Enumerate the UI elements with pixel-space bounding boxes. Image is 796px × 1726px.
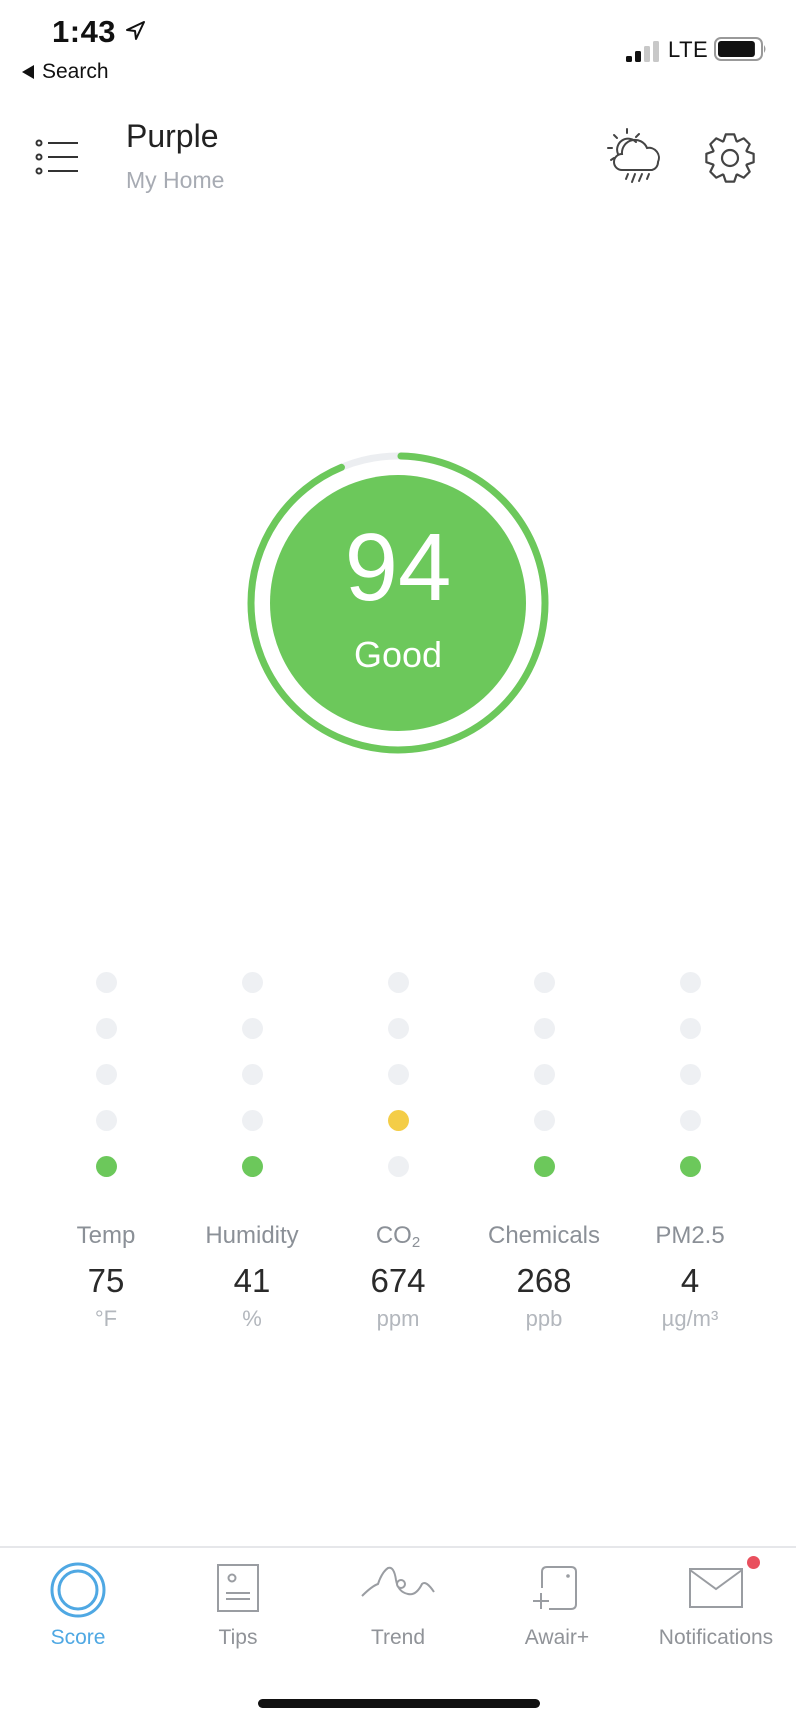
sensor-pm25[interactable]: PM2.5 4 µg/m³ [620,972,760,1332]
sensor-label: PM2.5 [655,1222,725,1249]
sensor-level-dot [387,1156,409,1177]
sensor-level-indicator [182,972,322,1197]
score-ring-icon [50,1562,106,1618]
sensor-level-indicator [474,972,614,1197]
back-to-search-link[interactable]: Search [22,60,109,84]
sensor-value: 75 [87,1262,125,1299]
sensor-level-dot [679,1064,701,1085]
sensor-level-dot [679,972,701,993]
sensor-level-dot [387,1018,409,1039]
sensor-level-dot [95,1110,117,1131]
sensor-level-dot [679,1018,701,1039]
sensor-level-dot [533,1064,555,1085]
network-type: LTE [668,37,709,62]
sensor-level-indicator [36,972,176,1197]
trend-wave-icon [361,1566,435,1597]
sensor-level-dot-active [241,1156,263,1177]
device-location: My Home [126,167,225,193]
sensor-label: CO2 [375,1222,421,1251]
sensor-unit: % [242,1306,262,1331]
tab-label: Notifications [658,1626,774,1649]
sensor-level-dot [241,1110,263,1131]
tab-label: Tips [218,1626,258,1649]
tab-tips[interactable]: Tips [163,1562,313,1650]
sensor-label: Temp [76,1222,136,1249]
tab-awair-plus[interactable]: Awair+ [482,1562,632,1650]
sensor-level-dot [387,1064,409,1085]
home-indicator[interactable] [258,1699,540,1708]
tab-score[interactable]: Score [3,1562,153,1650]
sensor-unit: ppm [376,1306,420,1331]
weather-button[interactable] [606,126,670,188]
status-time: 1:43 [52,14,117,49]
device-list-menu-button[interactable] [30,132,84,180]
signal-bar [644,46,650,62]
sensor-level-dot [241,1018,263,1039]
sensor-level-dot-active [387,1110,409,1131]
tab-trend[interactable]: Trend [323,1562,473,1650]
add-device-icon [533,1566,577,1610]
tab-label: Awair+ [524,1626,590,1649]
score-value: 94 [344,514,452,621]
list-menu-icon [35,139,78,175]
sensor-level-dot [533,1018,555,1039]
score-label: Good [353,634,443,675]
device-name[interactable]: Purple [126,118,219,155]
tips-card-icon [217,1564,259,1612]
signal-bar [635,51,641,62]
sensor-level-dot [95,1018,117,1039]
sensor-level-indicator [620,972,760,1197]
sensor-level-dot [387,972,409,993]
sensor-chemicals[interactable]: Chemicals 268 ppb [474,972,614,1332]
back-triangle-icon [22,65,34,79]
sensor-value: 4 [680,1262,700,1299]
sensor-unit: µg/m³ [661,1306,719,1331]
notification-badge [747,1556,760,1569]
sensor-unit: ppb [525,1306,563,1331]
weather-icon [607,128,660,183]
sensor-level-indicator [328,972,468,1197]
sensor-level-dot-active [533,1156,555,1177]
sensor-level-dot [95,1064,117,1085]
sensor-level-dot [241,972,263,993]
tab-notifications[interactable]: Notifications [641,1562,791,1650]
battery-icon [714,37,766,61]
sensor-level-dot-active [679,1156,701,1177]
sensor-temp[interactable]: Temp 75 °F [36,972,176,1332]
sensor-value: 268 [516,1262,572,1299]
cellular-signal-icon [626,41,659,62]
sensor-level-dot-active [95,1156,117,1177]
signal-bar [653,41,659,62]
location-arrow-icon [126,21,145,40]
sensor-label: Humidity [205,1222,299,1249]
sensor-label: Chemicals [487,1222,601,1249]
settings-button[interactable] [700,130,760,186]
tab-label: Score [50,1626,106,1649]
sensor-level-dot [533,972,555,993]
sensor-level-dot [533,1110,555,1131]
sensor-humidity[interactable]: Humidity 41% [182,972,322,1332]
tab-label: Trend [370,1626,426,1649]
sensor-value: 674 [370,1262,426,1299]
back-label: Search [42,60,109,83]
sensor-level-dot [95,972,117,993]
sensor-co2[interactable]: CO2 674 ppm [328,972,468,1332]
sensor-unit: °F [94,1306,118,1331]
sensor-value: 41 [233,1262,271,1299]
envelope-icon [689,1568,743,1608]
sensor-level-dot [241,1064,263,1085]
gear-icon [705,133,755,183]
sensor-level-dot [679,1110,701,1131]
signal-bar [626,56,632,62]
